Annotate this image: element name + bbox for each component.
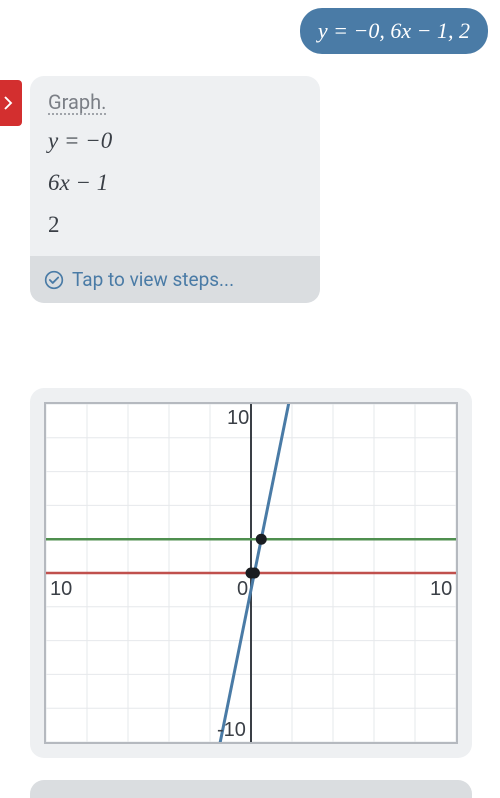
math-line-1: y = −0 — [48, 128, 302, 154]
user-equation: y = −0, 6x − 1, 2 — [318, 18, 470, 43]
svg-text:10: 10 — [430, 578, 452, 600]
answer-body: Graph. y = −0 6x − 1 2 — [30, 76, 320, 256]
bottom-card-fragment — [30, 780, 472, 798]
user-message-bubble: y = −0, 6x − 1, 2 — [300, 8, 488, 54]
check-circle-icon — [44, 270, 64, 290]
view-steps-button[interactable]: Tap to view steps... — [30, 256, 320, 303]
app-icon — [0, 80, 22, 126]
math-line-2: 6x − 1 — [48, 170, 302, 196]
svg-text:-10: -10 — [217, 719, 246, 741]
answer-card: Graph. y = −0 6x − 1 2 Tap to view steps… — [30, 76, 320, 303]
answer-heading[interactable]: Graph. — [48, 90, 106, 114]
chart-svg: 10 -10 10 0 10 — [46, 404, 456, 742]
app-icon-glyph — [3, 88, 19, 118]
svg-text:10: 10 — [50, 578, 72, 600]
graph-plot[interactable]: 10 -10 10 0 10 — [44, 402, 458, 744]
math-line-3: 2 — [48, 212, 302, 238]
graph-card[interactable]: 10 -10 10 0 10 — [30, 388, 472, 758]
steps-label: Tap to view steps... — [72, 268, 234, 291]
svg-text:0: 0 — [237, 578, 248, 600]
svg-text:10: 10 — [227, 407, 249, 429]
